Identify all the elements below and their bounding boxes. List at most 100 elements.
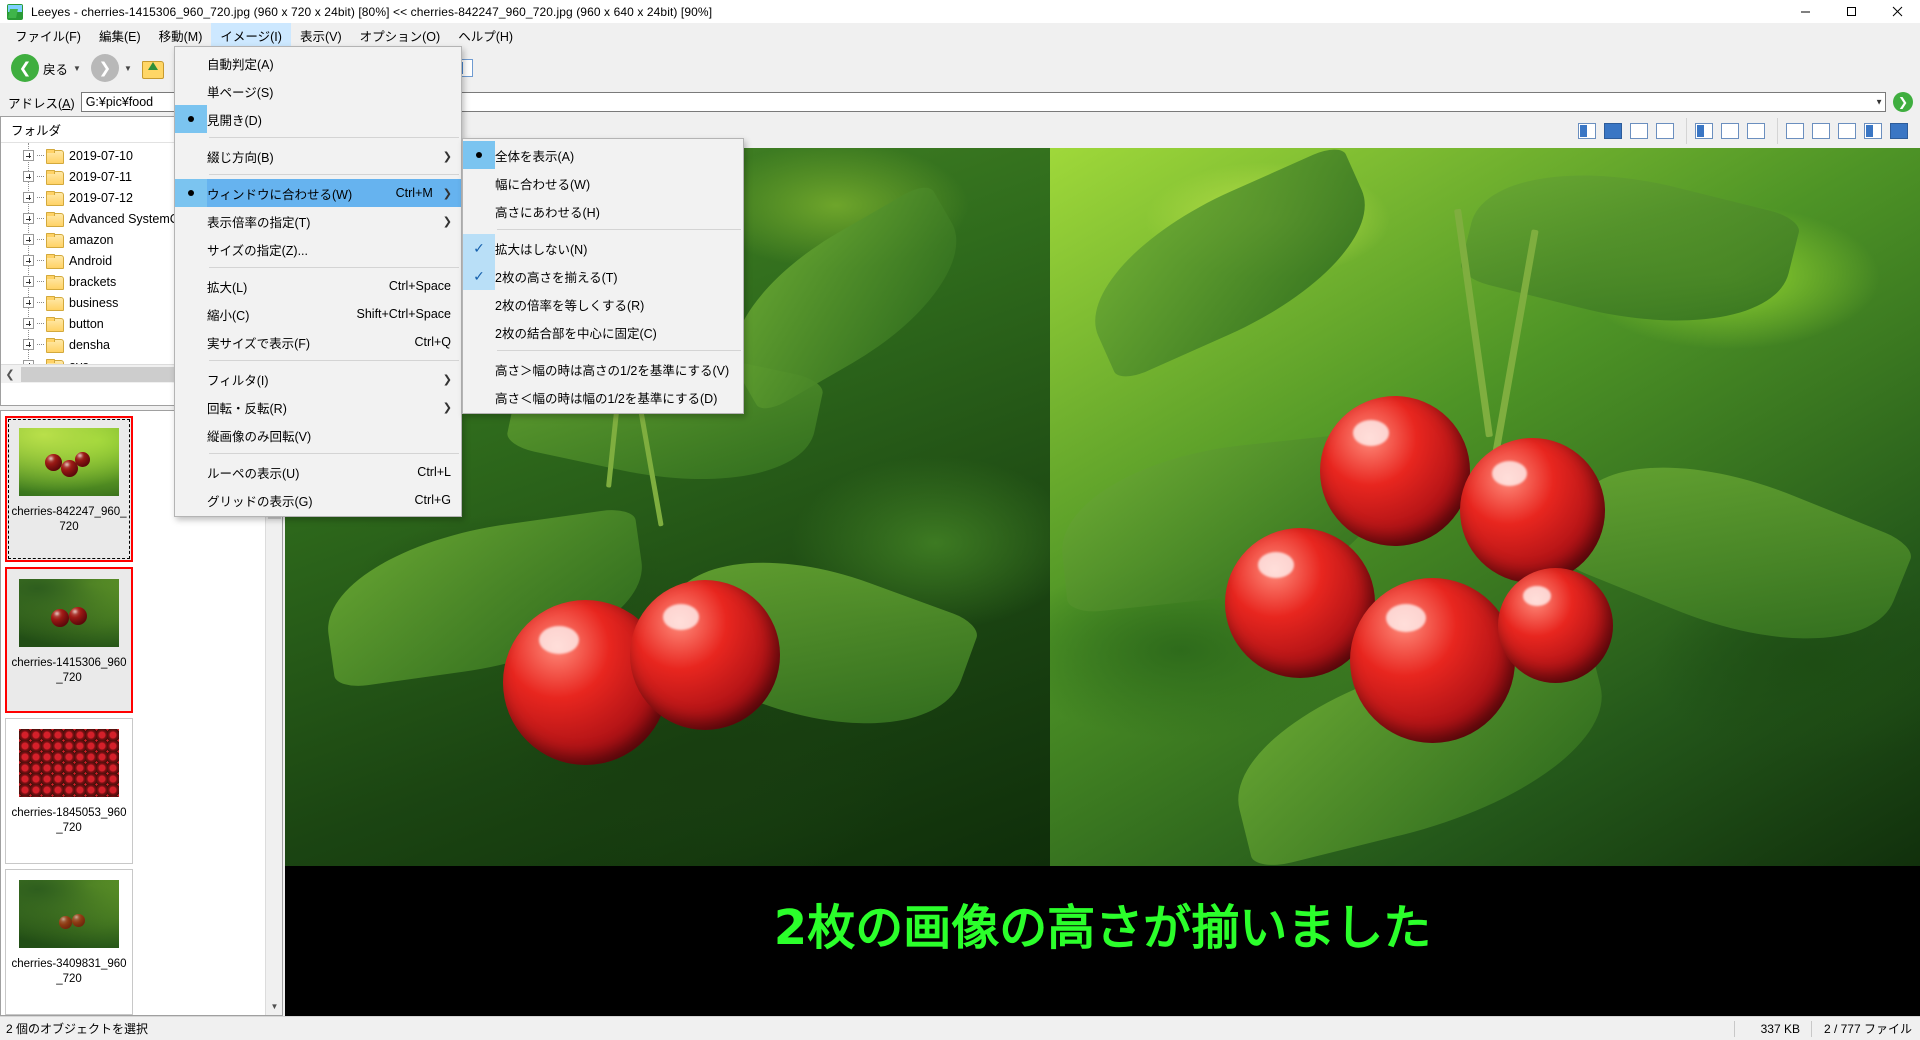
menu-item-single-page[interactable]: 単ページ(S)	[175, 77, 461, 105]
chevron-down-icon-address[interactable]: ▼	[1875, 98, 1883, 107]
thumbnail-item-0[interactable]: cherries-842247_960_720	[5, 416, 133, 562]
fit-width-icon	[1604, 123, 1622, 139]
view-tool-4[interactable]	[1654, 120, 1676, 142]
status-bar: 2 個のオブジェクトを選択 337 KB 2 / 777 ファイル	[0, 1016, 1920, 1040]
view-tool-10[interactable]	[1836, 120, 1858, 142]
menu-item-show-loupe[interactable]: ルーペの表示(U) Ctrl+L	[175, 458, 461, 486]
expand-icon[interactable]	[23, 339, 34, 350]
menu-item-zoom-out[interactable]: 縮小(C) Shift+Ctrl+Space	[175, 300, 461, 328]
tree-dots	[37, 155, 44, 156]
next-page-icon	[1812, 123, 1830, 139]
folder-up-button[interactable]	[137, 51, 169, 85]
tree-dots	[37, 323, 44, 324]
menu-item-actual-size[interactable]: 実サイズで表示(F) Ctrl+Q	[175, 328, 461, 356]
status-divider-2	[1811, 1021, 1812, 1037]
submenu-item-match-heights[interactable]: ✓ 2枚の高さを揃える(T)	[463, 262, 743, 290]
chevron-down-icon-forward[interactable]: ▼	[124, 64, 132, 73]
back-button[interactable]: ❮ 戻る ▼	[6, 51, 86, 85]
menu-item-fit-to-window[interactable]: ウィンドウに合わせる(W) Ctrl+M ❯	[175, 179, 461, 207]
tree-dots	[37, 197, 44, 198]
minimize-button[interactable]	[1782, 0, 1828, 24]
thumbnail-item-3[interactable]: cherries-3409831_960_720	[5, 869, 133, 1015]
submenu-item-label: 拡大はしない(N)	[495, 242, 588, 257]
expand-icon[interactable]	[23, 255, 34, 266]
fit-to-window-submenu[interactable]: 全体を表示(A) 幅に合わせる(W) 高さにあわせる(H) ✓ 拡大はしない(N)…	[462, 138, 744, 414]
submenu-item-tall-half-height[interactable]: 高さ＞幅の時は高さの1/2を基準にする(V)	[463, 355, 743, 383]
expand-icon[interactable]	[23, 234, 34, 245]
view-tool-2[interactable]	[1602, 120, 1624, 142]
expand-icon[interactable]	[23, 171, 34, 182]
thumbnail-caption: cherries-3409831_960_720	[11, 958, 127, 985]
expand-icon[interactable]	[23, 150, 34, 161]
view-tool-5[interactable]	[1693, 120, 1715, 142]
menu-item-zoom-in[interactable]: 拡大(L) Ctrl+Space	[175, 272, 461, 300]
view-tool-6[interactable]	[1719, 120, 1741, 142]
expand-icon[interactable]	[23, 213, 34, 224]
menubar-item-edit[interactable]: 編集(E)	[90, 23, 150, 48]
thumbnail-item-1[interactable]: cherries-1415306_960_720	[5, 567, 133, 713]
menu-item-binding-direction[interactable]: 綴じ方向(B) ❯	[175, 142, 461, 170]
menu-item-show-grid[interactable]: グリッドの表示(G) Ctrl+G	[175, 486, 461, 514]
app-icon	[7, 3, 23, 20]
expand-icon[interactable]	[23, 318, 34, 329]
menubar-item-help[interactable]: ヘルプ(H)	[449, 23, 522, 48]
view-tool-9[interactable]	[1810, 120, 1832, 142]
submenu-item-no-enlarge[interactable]: ✓ 拡大はしない(N)	[463, 234, 743, 262]
menu-marker	[463, 383, 495, 411]
viewer-toolbar-right-group	[1576, 118, 1914, 144]
menu-item-label: ルーペの表示(U)	[207, 466, 300, 481]
menu-item-auto-detect[interactable]: 自動判定(A)	[175, 49, 461, 77]
menu-item-specify-size[interactable]: サイズの指定(Z)...	[175, 235, 461, 263]
menubar-item-option[interactable]: オプション(O)	[351, 23, 450, 48]
view-tool-12[interactable]	[1888, 120, 1910, 142]
chevron-right-icon: ❯	[442, 187, 452, 200]
close-button[interactable]	[1874, 0, 1920, 24]
sidebar-item-label: business	[69, 295, 119, 310]
chevron-right-icon: ❯	[442, 215, 452, 228]
folder-icon	[46, 232, 64, 248]
menu-item-rotate-flip[interactable]: 回転・反転(R) ❯	[175, 393, 461, 421]
image-menu-dropdown[interactable]: 自動判定(A) 単ページ(S) 見開き(D) 綴じ方向(B) ❯ ウィンドウに合わ…	[174, 46, 462, 517]
sidebar-item-label: Advanced SystemCar	[69, 211, 190, 226]
menu-item-filter[interactable]: フィルタ(I) ❯	[175, 365, 461, 393]
submenu-item-fit-width[interactable]: 幅に合わせる(W)	[463, 169, 743, 197]
menu-item-spread[interactable]: 見開き(D)	[175, 105, 461, 133]
submenu-item-show-all[interactable]: 全体を表示(A)	[463, 141, 743, 169]
menubar-item-view[interactable]: 表示(V)	[291, 23, 351, 48]
tree-dots	[37, 239, 44, 240]
chevron-down-icon[interactable]: ▼	[73, 64, 81, 73]
submenu-item-fit-height[interactable]: 高さにあわせる(H)	[463, 197, 743, 225]
expand-icon[interactable]	[23, 192, 34, 203]
menubar-item-move[interactable]: 移動(M)	[150, 23, 212, 48]
thumbnail-item-2[interactable]: cherries-1845053_960_720	[5, 718, 133, 864]
view-tool-8[interactable]	[1784, 120, 1806, 142]
sidebar-item-label: amazon	[69, 232, 114, 247]
submenu-item-center-join[interactable]: 2枚の結合部を中心に固定(C)	[463, 318, 743, 346]
menubar-item-image[interactable]: イメージ(I)	[211, 22, 291, 48]
menu-item-zoom-ratio[interactable]: 表示倍率の指定(T) ❯	[175, 207, 461, 235]
address-go-button[interactable]: ❯	[1890, 91, 1916, 113]
expand-icon[interactable]	[23, 297, 34, 308]
submenu-item-label: 2枚の結合部を中心に固定(C)	[495, 326, 657, 341]
view-tool-7[interactable]	[1745, 120, 1767, 142]
view-tool-11[interactable]	[1862, 120, 1884, 142]
maximize-button[interactable]	[1828, 0, 1874, 24]
thumbnail-caption: cherries-1415306_960_720	[11, 657, 127, 684]
forward-button[interactable]: ❯ ▼	[86, 51, 137, 85]
menu-marker	[175, 142, 207, 170]
scroll-down-icon[interactable]: ▼	[266, 998, 282, 1015]
submenu-item-wide-half-width[interactable]: 高さ＜幅の時は幅の1/2を基準にする(D)	[463, 383, 743, 411]
window-controls	[1782, 0, 1920, 24]
chevron-left-icon[interactable]: ❮	[1, 368, 19, 381]
view-tool-1[interactable]	[1576, 120, 1598, 142]
menubar-item-file[interactable]: ファイル(F)	[6, 23, 90, 48]
menu-item-label: 実サイズで表示(F)	[207, 336, 311, 351]
menu-item-rotate-portrait-only[interactable]: 縦画像のみ回転(V)	[175, 421, 461, 449]
expand-icon[interactable]	[23, 276, 34, 287]
submenu-item-match-zoom[interactable]: 2枚の倍率を等しくする(R)	[463, 290, 743, 318]
menu-item-label: グリッドの表示(G)	[207, 494, 313, 509]
actual-size-icon	[1747, 123, 1765, 139]
view-tool-3[interactable]	[1628, 120, 1650, 142]
chevron-right-icon: ❯	[442, 150, 452, 163]
menu-item-accel: Ctrl+G	[414, 493, 451, 507]
